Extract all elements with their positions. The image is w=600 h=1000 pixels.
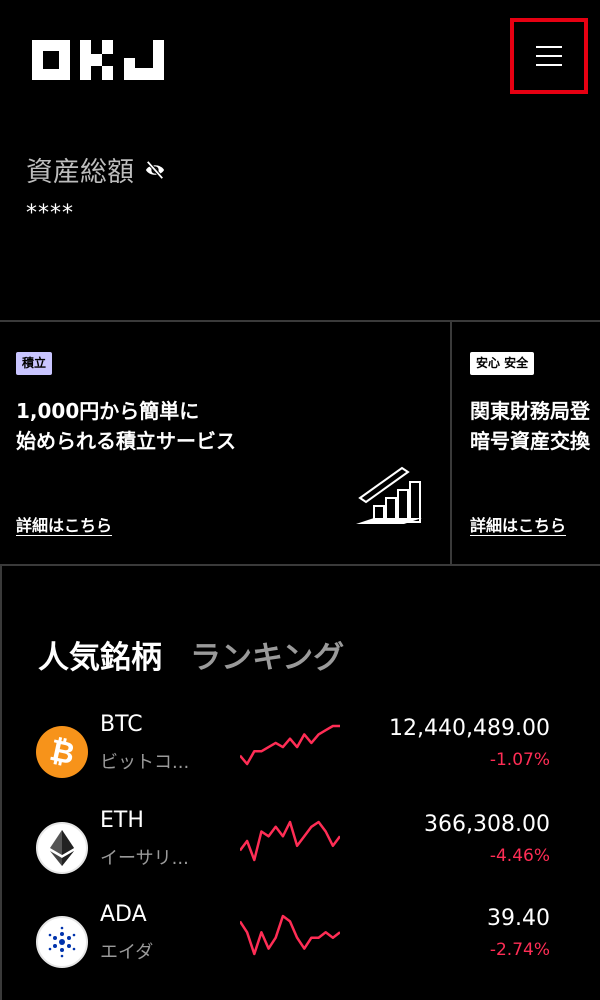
okj-logo[interactable] bbox=[32, 40, 166, 84]
tab-popular[interactable]: 人気銘柄 bbox=[38, 632, 162, 677]
coin-symbol: BTC bbox=[100, 712, 143, 737]
price-sparkline bbox=[240, 820, 340, 862]
coin-change: -1.07% bbox=[489, 750, 550, 770]
sparkline-path bbox=[240, 820, 340, 862]
coin-symbol: ETH bbox=[100, 808, 144, 833]
total-assets-value: **** bbox=[26, 201, 74, 226]
menu-button[interactable] bbox=[510, 18, 588, 94]
banner-carousel[interactable]: 積立 1,000円から簡単に 始められる積立サービス 詳細はこちら 安心 安全 … bbox=[0, 322, 600, 564]
growth-chart-icon bbox=[356, 466, 422, 524]
coin-price: 366,308.00 bbox=[424, 812, 550, 837]
sparkline-path bbox=[240, 724, 340, 766]
total-assets-section: 資産総額 **** bbox=[26, 150, 166, 226]
total-assets-label: 資産総額 bbox=[26, 157, 134, 188]
coin-name: ビットコ... bbox=[100, 752, 190, 773]
price-sparkline bbox=[240, 914, 340, 956]
banner-text: 1,000円から簡単に 始められる積立サービス bbox=[16, 399, 236, 453]
coin-change: -4.46% bbox=[489, 846, 550, 866]
coin-row-ada[interactable]: ADA エイダ 39.40 -2.74% bbox=[2, 902, 600, 982]
banner-card-tsumitate[interactable]: 積立 1,000円から簡単に 始められる積立サービス 詳細はこちら bbox=[0, 322, 452, 564]
eye-slash-icon[interactable] bbox=[144, 160, 166, 180]
coin-price: 39.40 bbox=[487, 906, 550, 931]
ranking-tabs: 人気銘柄 ランキング bbox=[38, 632, 344, 677]
coin-symbol: ADA bbox=[100, 902, 147, 927]
cardano-icon bbox=[36, 916, 88, 968]
app-header bbox=[0, 0, 600, 130]
bitcoin-icon: ₿ bbox=[36, 726, 88, 778]
coin-name: エイダ bbox=[100, 942, 154, 963]
banner-details-link[interactable]: 詳細はこちら bbox=[470, 512, 566, 536]
banner-card-security[interactable]: 安心 安全 関東財務局登 暗号資産交換 詳細はこちら bbox=[454, 322, 600, 564]
banner-details-link[interactable]: 詳細はこちら bbox=[16, 512, 112, 536]
coin-change: -2.74% bbox=[489, 940, 550, 960]
ranking-section: 人気銘柄 ランキング ₿ BTC ビットコ... 12,440,489.00 -… bbox=[0, 566, 600, 1000]
coin-price: 12,440,489.00 bbox=[389, 716, 550, 741]
banner-text: 関東財務局登 暗号資産交換 bbox=[470, 399, 590, 453]
banner-tag: 安心 安全 bbox=[470, 352, 535, 375]
coin-row-eth[interactable]: ETH イーサリ... 366,308.00 -4.46% bbox=[2, 808, 600, 888]
banner-tag: 積立 bbox=[16, 352, 53, 375]
sparkline-path bbox=[240, 914, 340, 956]
ethereum-icon bbox=[36, 822, 88, 874]
tab-ranking[interactable]: ランキング bbox=[190, 632, 344, 677]
coin-name: イーサリ... bbox=[100, 848, 189, 869]
price-sparkline bbox=[240, 724, 340, 766]
hamburger-menu-icon bbox=[536, 46, 562, 66]
coin-row-btc[interactable]: ₿ BTC ビットコ... 12,440,489.00 -1.07% bbox=[2, 712, 600, 792]
